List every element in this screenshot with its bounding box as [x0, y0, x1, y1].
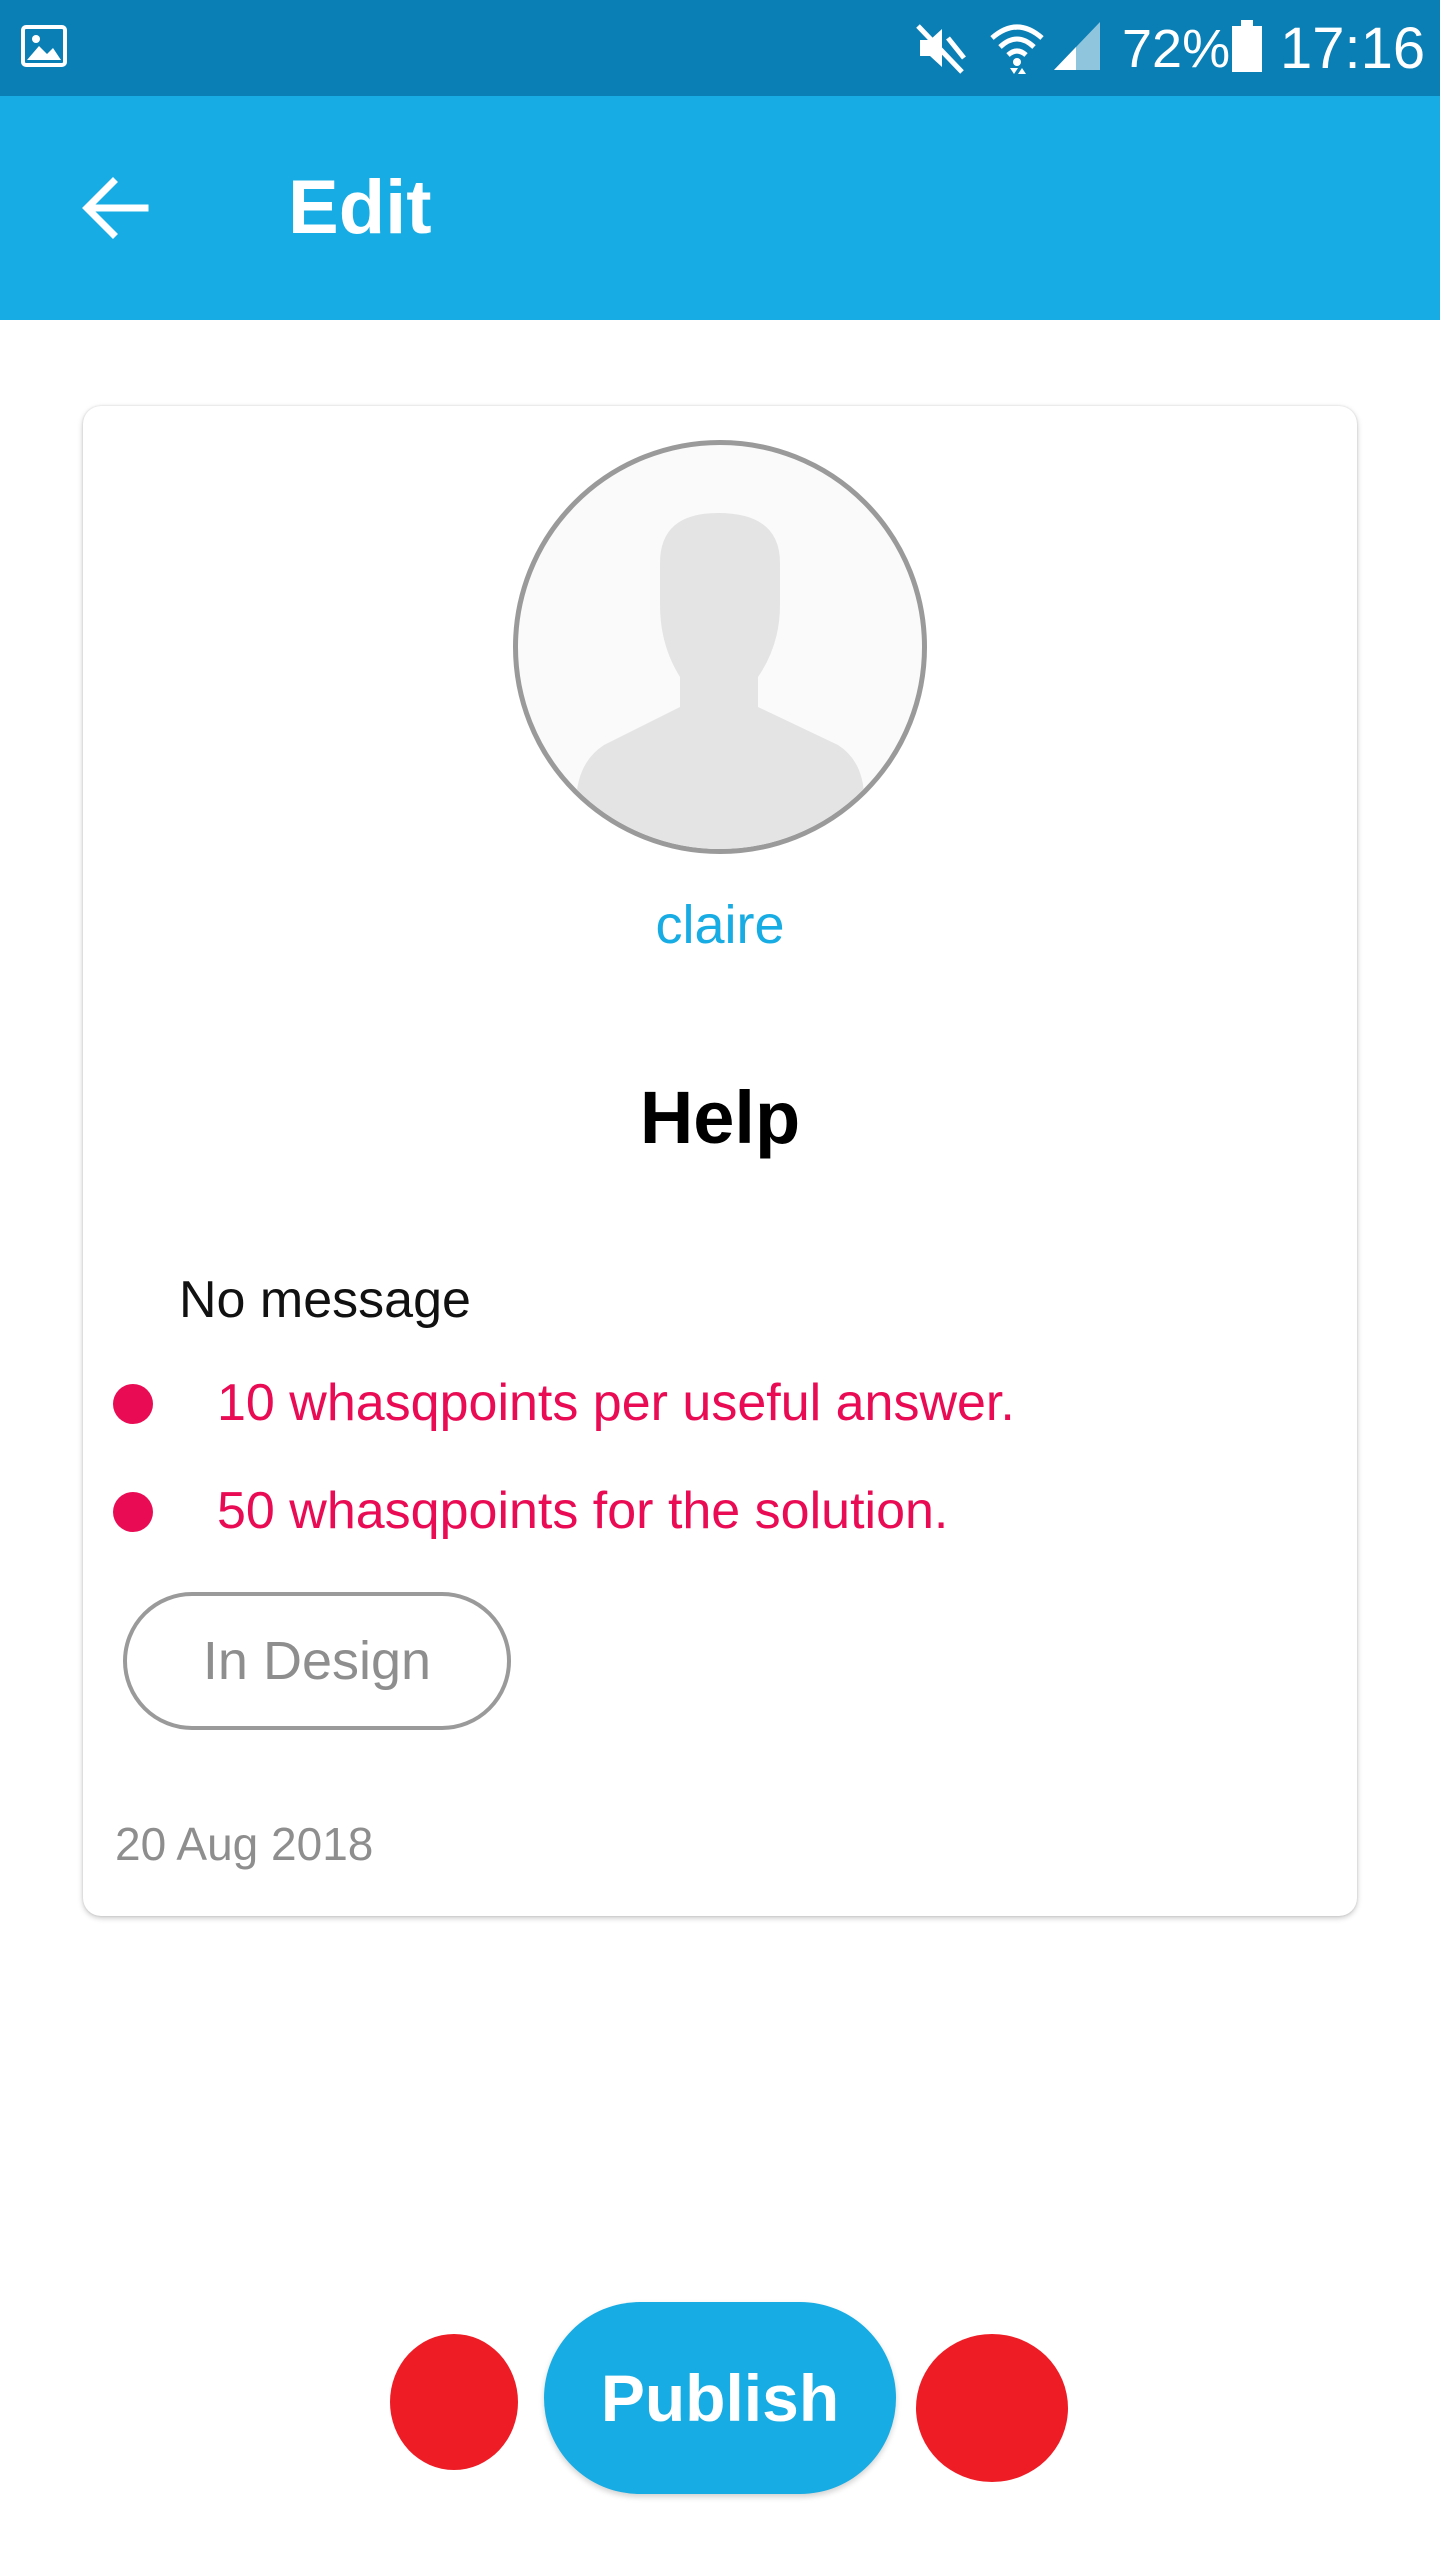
reward-text: 50 whasqpoints for the solution. — [217, 1482, 949, 1540]
signal-icon — [1054, 22, 1100, 70]
reward-text: 10 whasqpoints per useful answer. — [217, 1374, 1015, 1432]
status-clock: 17:16 — [1280, 16, 1426, 81]
back-button[interactable] — [60, 154, 168, 262]
status-badge: In Design — [123, 1592, 511, 1730]
wifi-icon — [990, 24, 1044, 74]
reward-item: 10 whasqpoints per useful answer. — [113, 1368, 1313, 1448]
question-title: Help — [639, 1076, 801, 1159]
left-action-button[interactable] — [390, 2334, 518, 2470]
right-action-button[interactable] — [916, 2334, 1068, 2482]
username-link[interactable]: claire — [83, 890, 1357, 960]
arrow-left-icon — [82, 177, 149, 239]
date-text: 20 Aug 2018 — [115, 1818, 374, 1870]
status-bar: 72% 17:16 — [0, 0, 1440, 96]
question-card: claire Help No message 10 whasqpoints pe… — [83, 406, 1357, 1916]
gallery-icon — [21, 25, 67, 67]
battery-percentage: 72% — [1122, 19, 1231, 79]
bullet-icon — [113, 1384, 153, 1424]
publish-button[interactable]: Publish — [544, 2302, 896, 2494]
mute-icon — [916, 24, 966, 74]
avatar[interactable] — [513, 440, 927, 854]
reward-item: 50 whasqpoints for the solution. — [113, 1476, 1313, 1556]
battery-icon — [1232, 20, 1262, 72]
message-text: No message — [179, 1271, 471, 1329]
app-bar: Edit — [0, 96, 1440, 320]
bullet-icon — [113, 1492, 153, 1532]
page-title: Edit — [288, 165, 432, 250]
user-silhouette-icon — [576, 513, 865, 849]
